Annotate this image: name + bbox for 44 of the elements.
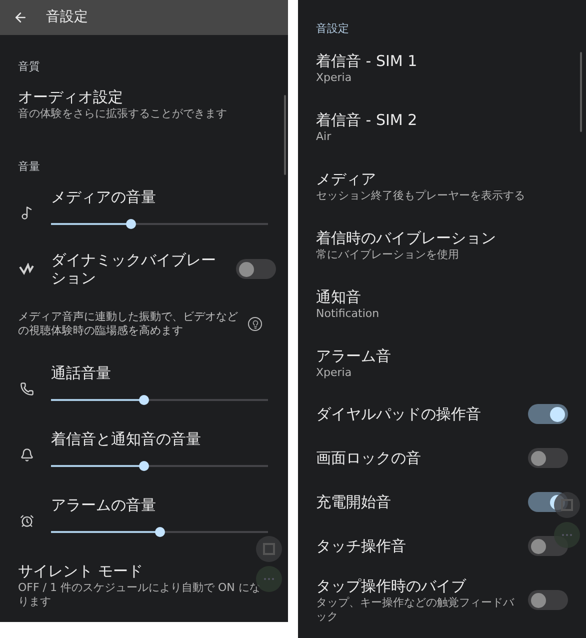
slider-label: メディアの音量 xyxy=(51,187,157,207)
vibration-wave-icon xyxy=(19,263,35,275)
settings-item[interactable]: 着信音 - SIM 1 Xperia xyxy=(298,38,586,97)
toggle-label: タップ操作時のバイブ xyxy=(316,576,468,596)
settings-item[interactable]: 着信音 - SIM 2 Air xyxy=(298,97,586,156)
toggle-label: ダイヤルパッドの操作音 xyxy=(316,404,482,424)
square-icon xyxy=(263,543,275,555)
description-text: メディア音声に連動した振動で、ビデオなどの視聴体験時の臨場感を高めます xyxy=(18,310,238,338)
toggle-switch[interactable] xyxy=(528,590,568,610)
settings-item[interactable]: 着信時のバイブレーション 常にバイブレーションを使用 xyxy=(298,215,586,274)
section-header: 音量 xyxy=(18,160,40,173)
slider-label: アラームの音量 xyxy=(51,495,157,515)
toggle-label: 充電開始音 xyxy=(316,492,392,512)
section-header: 音質 xyxy=(18,60,40,73)
floating-button[interactable] xyxy=(554,492,580,518)
slider-label: 着信音と通知音の音量 xyxy=(51,429,202,449)
music-note-icon xyxy=(20,206,34,220)
screen-title: 音設定 xyxy=(46,8,88,27)
toggle-switch[interactable] xyxy=(528,448,568,468)
slider-thumb[interactable] xyxy=(126,219,136,229)
square-icon xyxy=(561,499,573,511)
slider-thumb[interactable] xyxy=(154,527,164,537)
lightbulb-icon xyxy=(250,320,260,328)
toggle-description: タップ、キー操作などの触覚フィードバック xyxy=(316,596,516,624)
slider-label: 通話音量 xyxy=(51,363,112,383)
settings-item[interactable]: 通知音 Notification xyxy=(298,274,586,333)
toggle-switch[interactable] xyxy=(528,404,568,424)
settings-item[interactable]: サイレント モード OFF / 1 件のスケジュールにより自動で ON になります xyxy=(0,547,288,622)
more-icon xyxy=(263,577,275,581)
bell-icon xyxy=(20,448,34,462)
settings-item[interactable]: メディア セッション終了後もプレーヤーを表示する xyxy=(298,156,586,215)
info-button[interactable] xyxy=(248,317,262,331)
settings-item[interactable]: アラーム音 Xperia xyxy=(298,333,586,392)
toggle-label: ダイナミックバイブレーション xyxy=(51,251,217,287)
settings-item[interactable]: オーディオ設定 音の体験をさらに拡張することができます xyxy=(0,73,288,135)
alarm-clock-icon xyxy=(20,514,34,528)
more-icon xyxy=(561,533,573,537)
phone-icon xyxy=(20,382,34,396)
toggle-switch[interactable] xyxy=(236,259,276,279)
toggle-label: タッチ操作音 xyxy=(316,536,407,556)
slider-thumb[interactable] xyxy=(139,461,150,471)
slider-thumb[interactable] xyxy=(139,395,150,405)
section-header: 音設定 xyxy=(316,22,349,35)
toggle-label: 画面ロックの音 xyxy=(316,448,422,468)
